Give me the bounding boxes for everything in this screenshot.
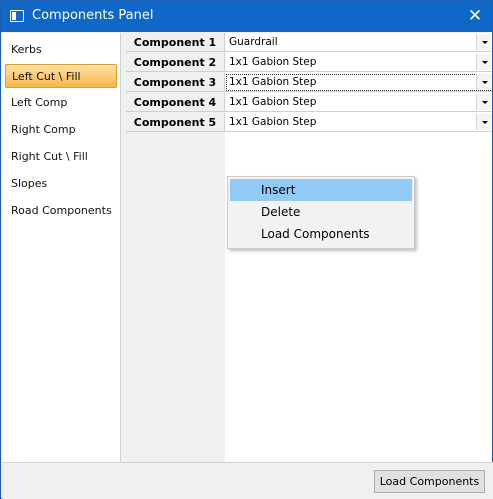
component-2-value: 1x1 Gabion Step <box>229 56 317 68</box>
menu-item-insert[interactable]: Insert <box>230 179 412 201</box>
component-3-select[interactable]: 1x1 Gabion Step <box>225 73 492 92</box>
row-label-component-5: Component 5 <box>126 113 225 132</box>
title-bar[interactable]: Components Panel ✕ <box>1 1 492 32</box>
footer-bar: Load Components <box>2 462 493 499</box>
component-2-select[interactable]: 1x1 Gabion Step <box>225 53 492 72</box>
sidebar-item-left-cut-fill[interactable]: Left Cut \ Fill <box>5 64 117 88</box>
chevron-down-icon[interactable] <box>476 114 491 130</box>
sidebar-item-kerbs[interactable]: Kerbs <box>5 38 117 62</box>
sidebar-item-left-comp[interactable]: Left Comp <box>5 91 117 115</box>
sidebar-item-right-cut-fill[interactable]: Right Cut \ Fill <box>5 145 117 169</box>
row-label-component-3: Component 3 <box>126 73 225 92</box>
component-3-value: 1x1 Gabion Step <box>229 76 317 88</box>
sidebar-item-slopes[interactable]: Slopes <box>5 172 117 196</box>
chevron-down-icon[interactable] <box>476 74 491 90</box>
menu-item-delete[interactable]: Delete <box>230 201 412 223</box>
component-5-value: 1x1 Gabion Step <box>229 116 317 128</box>
components-panel-window: Components Panel ✕ Kerbs Left Cut \ Fill… <box>0 0 493 499</box>
sidebar: Kerbs Left Cut \ Fill Left Comp Right Co… <box>2 33 121 462</box>
component-1-select[interactable]: Guardrail <box>225 33 492 52</box>
component-4-value: 1x1 Gabion Step <box>229 96 317 108</box>
chevron-down-icon[interactable] <box>476 54 491 70</box>
window-title: Components Panel <box>32 8 154 23</box>
row-label-component-2: Component 2 <box>126 53 225 72</box>
load-components-button[interactable]: Load Components <box>374 470 485 493</box>
component-1-value: Guardrail <box>229 36 278 48</box>
menu-item-load-components[interactable]: Load Components <box>230 223 412 245</box>
chevron-down-icon[interactable] <box>476 34 491 50</box>
component-5-select[interactable]: 1x1 Gabion Step <box>225 113 492 132</box>
row-label-component-4: Component 4 <box>126 93 225 112</box>
sidebar-item-right-comp[interactable]: Right Comp <box>5 118 117 142</box>
context-menu: Insert Delete Load Components <box>227 176 415 249</box>
app-window-icon <box>10 10 24 22</box>
component-4-select[interactable]: 1x1 Gabion Step <box>225 93 492 112</box>
close-icon[interactable]: ✕ <box>458 1 492 32</box>
sidebar-item-road-components[interactable]: Road Components <box>5 199 117 223</box>
chevron-down-icon[interactable] <box>476 94 491 110</box>
row-label-component-1: Component 1 <box>126 33 225 52</box>
